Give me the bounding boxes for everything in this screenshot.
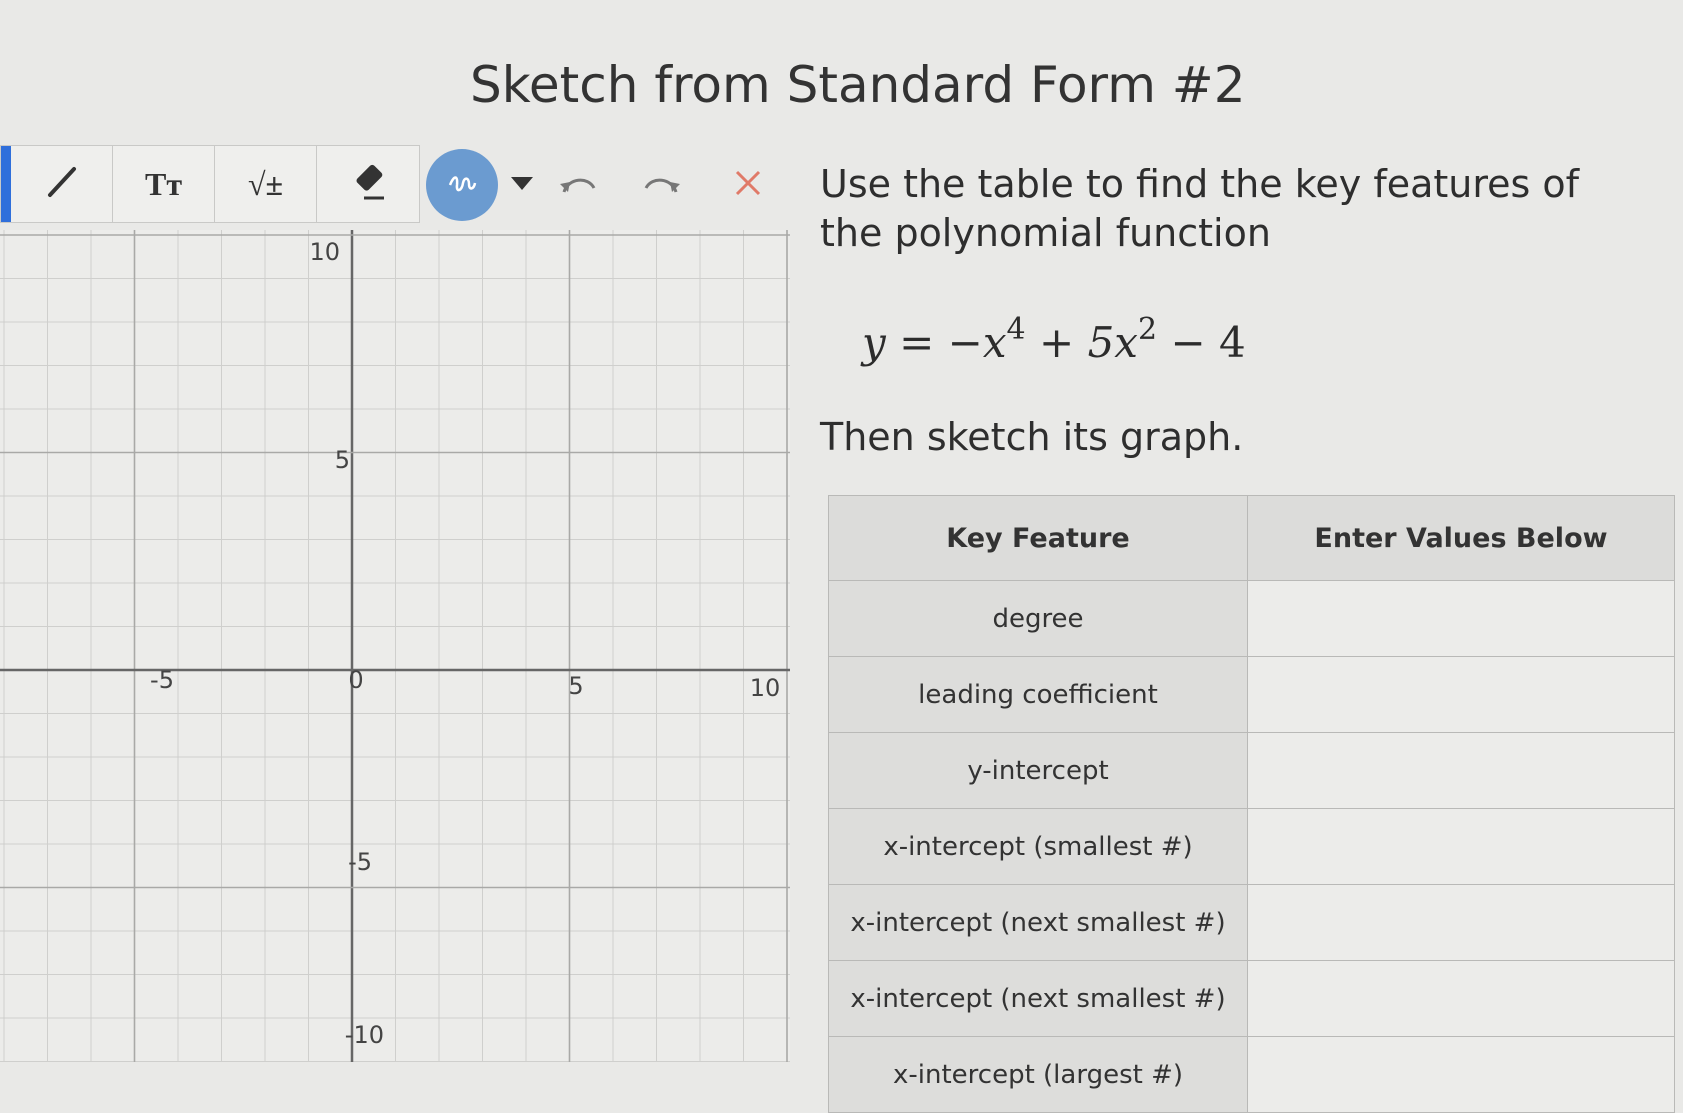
column-header: Key Feature [828,495,1248,581]
feature-label: x-intercept (next smallest #) [828,960,1248,1037]
table-row: x-intercept (largest #) [828,1036,1675,1113]
x-tick-label: 0 [348,666,363,694]
key-features-table: Key Feature Enter Values Below degree le… [828,495,1675,1113]
table-row: degree [828,580,1675,657]
value-input-cell[interactable] [1247,1036,1675,1113]
value-input-cell[interactable] [1247,580,1675,657]
x-tick-label: 10 [750,674,781,702]
table-row: x-intercept (next smallest #) [828,960,1675,1037]
feature-label: x-intercept (largest #) [828,1036,1248,1113]
table-row: leading coefficient [828,656,1675,733]
text-tool-button[interactable]: Tт [113,146,215,222]
table-header-row: Key Feature Enter Values Below [828,495,1675,581]
feature-label: leading coefficient [828,656,1248,733]
clear-button[interactable] [726,163,770,207]
y-tick-label: 5 [335,446,350,474]
feature-label: degree [828,580,1248,657]
square-root-icon: √± [247,165,284,202]
graph-canvas[interactable]: -5 0 5 10 10 5 -5 -10 [0,230,790,1062]
caret-down-icon [509,174,535,196]
x-tick-label: -5 [150,666,174,694]
eraser-tool-button[interactable] [317,146,419,222]
value-input-cell[interactable] [1247,808,1675,885]
value-input-cell[interactable] [1247,960,1675,1037]
prompt-text: Use the table to find the key features o… [820,162,1580,255]
text-size-icon: Tт [144,165,183,202]
math-tool-button[interactable]: √± [215,146,317,222]
tool-group: Tт √± [0,145,420,223]
formula-term: −x [947,318,1007,367]
redo-button[interactable] [640,163,684,207]
y-tick-label: -5 [348,848,372,876]
undo-button[interactable] [556,163,600,207]
formula-lhs: y [862,318,886,367]
value-input-cell[interactable] [1247,884,1675,961]
formula-term: 5x [1087,318,1138,367]
eraser-icon [348,162,388,206]
active-tool-indicator [1,146,11,222]
redo-icon [642,170,682,200]
color-dropdown-button[interactable] [500,163,544,207]
formula-exponent: 4 [1006,312,1026,347]
feature-label: x-intercept (next smallest #) [828,884,1248,961]
formula-constant: 4 [1219,318,1246,367]
pencil-line-icon [45,165,79,203]
instruction-text: Then sketch its graph. [820,415,1244,459]
value-input-cell[interactable] [1247,656,1675,733]
formula-operator: − [1170,318,1206,367]
undo-icon [558,170,598,200]
feature-label: y-intercept [828,732,1248,809]
y-tick-label: 10 [309,238,340,266]
scribble-icon [447,171,477,199]
formula-exponent: 2 [1137,312,1158,347]
close-icon [733,168,763,202]
polynomial-formula: y = −x4 + 5x2 − 4 [862,312,1246,367]
value-input-cell[interactable] [1247,732,1675,809]
line-tool-button[interactable] [11,146,113,222]
column-header: Enter Values Below [1247,495,1675,581]
table-row: x-intercept (smallest #) [828,808,1675,885]
page-title: Sketch from Standard Form #2 [470,56,1246,114]
table-row: y-intercept [828,732,1675,809]
x-tick-label: 5 [568,672,583,700]
color-picker-button[interactable] [426,149,498,221]
table-row: x-intercept (next smallest #) [828,884,1675,961]
formula-operator: + [1039,318,1075,367]
y-tick-label: -10 [345,1021,384,1049]
feature-label: x-intercept (smallest #) [828,808,1248,885]
formula-equals: = [899,318,935,367]
